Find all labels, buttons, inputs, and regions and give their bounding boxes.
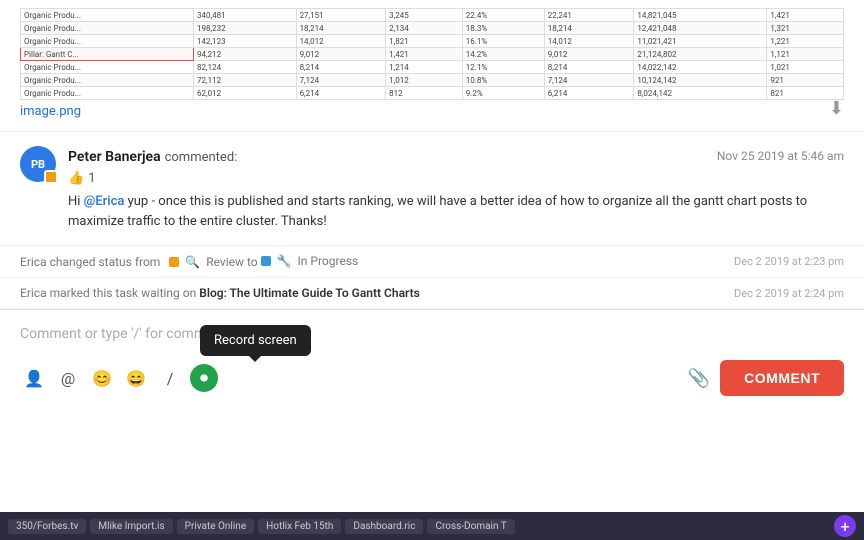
taskbar-item-3[interactable]: Hotlix Feb 15th xyxy=(258,519,341,534)
taskbar-item-5[interactable]: Cross-Domain T xyxy=(427,519,514,534)
comment-content: Peter Banerjea commented: Nov 25 2019 at… xyxy=(68,146,844,231)
attach-icon[interactable]: 📎 xyxy=(688,368,710,389)
comment-placeholder[interactable]: Comment or type '/' for commands xyxy=(20,320,844,352)
image-filename[interactable]: image.png xyxy=(20,104,81,119)
like-count: 1 xyxy=(88,171,95,186)
status-from: 🔍 Review xyxy=(163,255,244,269)
comment-meta: Peter Banerjea commented: xyxy=(68,146,237,165)
comment-input-area: Comment or type '/' for commands 👤 @ 😊 😄… xyxy=(0,309,864,512)
download-icon[interactable]: ⬇ xyxy=(829,98,844,119)
status-to: 🔧 In Progress xyxy=(261,254,359,268)
toolbar-right: 📎 COMMENT xyxy=(688,360,844,396)
new-tab-button[interactable]: + xyxy=(834,515,856,537)
comment-header: Peter Banerjea commented: Nov 25 2019 at… xyxy=(68,146,844,165)
activity-time-1: Dec 2 2019 at 2:23 pm xyxy=(734,255,844,268)
comment-toolbar: 👤 @ 😊 😄 / ⏺ Record screen ☞ 📎 COMMENT xyxy=(20,360,844,396)
record-tooltip: Record screen xyxy=(200,325,311,356)
spreadsheet-table: Organic Produ...340,48127,1513,24522.4%2… xyxy=(20,8,844,100)
taskbar-item-1[interactable]: Mlike Import.is xyxy=(90,519,172,534)
taskbar-item-0[interactable]: 350/Forbes.tv xyxy=(8,519,86,534)
activity-link[interactable]: Blog: The Ultimate Guide To Gantt Charts xyxy=(199,286,420,300)
toolbar-icons: 👤 @ 😊 😄 / ⏺ xyxy=(20,364,218,392)
person-icon[interactable]: 👤 xyxy=(20,364,48,392)
activity-text-2: Erica marked this task waiting on Blog: … xyxy=(20,286,714,300)
activity-item-1: Erica changed status from 🔍 Review to 🔧 … xyxy=(0,246,864,278)
emoji-happy-icon[interactable]: 😊 xyxy=(88,364,116,392)
comment-block: PB Peter Banerjea commented: Nov 25 2019… xyxy=(0,132,864,246)
mention-erica: @Erica xyxy=(84,194,125,209)
comment-author: Peter Banerjea xyxy=(68,149,161,165)
slash-command-icon[interactable]: / xyxy=(156,364,184,392)
at-icon[interactable]: @ xyxy=(54,364,82,392)
taskbar-item-2[interactable]: Private Online xyxy=(177,519,254,534)
record-screen-icon[interactable]: ⏺ xyxy=(190,364,218,392)
comment-likes[interactable]: 👍 1 xyxy=(68,171,844,186)
taskbar: 350/Forbes.tv Mlike Import.is Private On… xyxy=(0,512,864,540)
taskbar-item-4[interactable]: Dashboard.ric xyxy=(345,519,423,534)
thumbs-up-icon: 👍 xyxy=(68,171,84,186)
comment-button[interactable]: COMMENT xyxy=(720,360,844,396)
activity-item-2: Erica marked this task waiting on Blog: … xyxy=(0,278,864,309)
avatar-badge xyxy=(44,170,58,184)
activity-time-2: Dec 2 2019 at 2:24 pm xyxy=(734,287,844,300)
avatar: PB xyxy=(20,146,56,182)
comment-timestamp: Nov 25 2019 at 5:46 am xyxy=(717,149,844,163)
activity-text-1: Erica changed status from 🔍 Review to 🔧 … xyxy=(20,254,714,269)
comment-text: Hi @Erica yup - once this is published a… xyxy=(68,192,844,231)
image-attachment: Organic Produ...340,48127,1513,24522.4%2… xyxy=(0,0,864,132)
emoji-smile-icon[interactable]: 😄 xyxy=(122,364,150,392)
main-container: Organic Produ...340,48127,1513,24522.4%2… xyxy=(0,0,864,540)
comment-action: commented: xyxy=(165,150,238,165)
